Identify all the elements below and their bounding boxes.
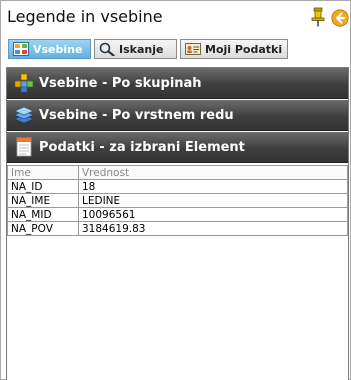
attribute-value: 10096561 [78, 207, 348, 222]
window-title: Legende in vsebine [7, 7, 163, 26]
tab-label: Iskanje [119, 42, 164, 56]
column-header-vrednost[interactable]: Vrednost [78, 165, 348, 180]
attribute-value: 18 [78, 179, 348, 194]
magnifier-icon [99, 42, 115, 56]
attribute-name: NA_POV [7, 221, 79, 236]
section-label: Podatki - za izbrani Element [39, 139, 245, 155]
section-po-skupinah[interactable]: Vsebine - Po skupinah [7, 68, 348, 99]
tab-moji-podatki[interactable]: Moji Podatki [180, 39, 288, 59]
attribute-name: NA_ID [7, 179, 79, 194]
content-panel: Vsebine - Po skupinah Vsebine - Po vrstn… [6, 67, 349, 380]
tab-iskanje[interactable]: Iskanje [94, 39, 177, 59]
table-row[interactable]: NA_MID 10096561 [7, 207, 348, 222]
tab-label: Moji Podatki [205, 42, 283, 56]
table-row[interactable]: NA_ID 18 [7, 179, 348, 194]
section-label: Vsebine - Po skupinah [39, 75, 202, 91]
legend-window: Legende in vsebine Vsebine Iskanje Moji … [0, 0, 351, 380]
table-header-row: Ime Vrednost [7, 165, 348, 180]
id-card-icon [185, 43, 201, 55]
shapes-icon [14, 73, 34, 93]
section-po-vrstnem-redu[interactable]: Vsebine - Po vrstnem redu [7, 100, 348, 131]
attribute-table: Ime Vrednost NA_ID 18 NA_IME LEDINE NA_M… [7, 165, 348, 236]
column-header-ime[interactable]: Ime [7, 165, 79, 180]
attribute-value: LEDINE [78, 193, 348, 208]
back-arrow-icon[interactable] [331, 9, 349, 27]
attribute-name: NA_MID [7, 207, 79, 222]
section-podatki-izbrani-element[interactable]: Podatki - za izbrani Element [7, 132, 348, 163]
layers-icon [14, 106, 34, 124]
attribute-value: 3184619.83 [78, 221, 348, 236]
pin-icon[interactable] [310, 7, 326, 27]
tab-label: Vsebine [33, 42, 83, 56]
tab-vsebine[interactable]: Vsebine [8, 39, 91, 59]
grid-icon [13, 42, 29, 56]
attribute-name: NA_IME [7, 193, 79, 208]
document-icon [16, 137, 32, 157]
section-label: Vsebine - Po vrstnem redu [39, 107, 234, 123]
table-row[interactable]: NA_IME LEDINE [7, 193, 348, 208]
table-row[interactable]: NA_POV 3184619.83 [7, 221, 348, 236]
